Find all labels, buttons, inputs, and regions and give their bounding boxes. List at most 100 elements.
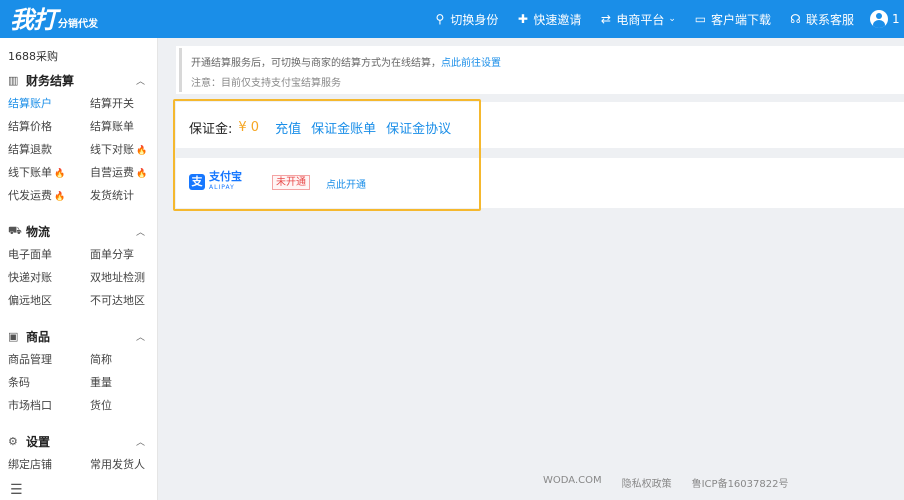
nav-quick-invite[interactable]: ✚ 快速邀请 (516, 11, 582, 28)
top-header: 我打 分销代发 ⚲ 切换身份 ✚ 快速邀请 ⇄ 电商平台 ⌄ ▭ 客户端下载 ☊… (0, 0, 904, 38)
sidebar-item-offline-reconcile[interactable]: 线下对账 🔥 (90, 138, 160, 161)
chevron-up-icon[interactable]: ︿ (136, 225, 145, 238)
chevron-up-icon[interactable]: ︿ (136, 435, 145, 448)
sidebar-item-label: 结算账户 (8, 97, 52, 110)
logo[interactable]: 我打 分销代发 (10, 4, 98, 34)
footer-icp-link[interactable]: 鲁ICP备16037822号 (692, 475, 789, 490)
sidebar-item-common-sender[interactable]: 常用发货人 (90, 453, 160, 476)
notice-text: 开通结算服务后，可切换与商家的结算方式为在线结算， (191, 58, 441, 69)
sidebar-item-market-stall[interactable]: 市场档口 (8, 394, 90, 417)
sidebar-separator (0, 207, 157, 219)
sidebar-item-label: 面单分享 (90, 248, 134, 261)
chevron-down-icon: ⌄ (668, 14, 676, 24)
notice-line-2: 注意：目前仅支持支付宝结算服务 (191, 78, 341, 89)
menu-collapse-icon[interactable]: ☰ (10, 482, 23, 498)
user-name[interactable]: 1 (892, 12, 904, 26)
sidebar-item-label: 快递对账 (8, 271, 52, 284)
sidebar-item-settlement-switch[interactable]: 结算开关 (90, 92, 160, 115)
sidebar-item-label: 绑定店铺 (8, 458, 52, 471)
sidebar-item-settlement-bill[interactable]: 结算账单 (90, 115, 160, 138)
logo-main-text: 我打 (10, 5, 57, 34)
sidebar-separator (0, 312, 157, 324)
sidebar-item-settlement-refund[interactable]: 结算退款 (8, 138, 90, 161)
swap-icon: ⇄ (600, 12, 611, 26)
sidebar-item-e-waybill[interactable]: 电子面单 (8, 243, 90, 266)
user-switch-icon: ⚲ (435, 12, 445, 26)
highlight-box (173, 99, 481, 211)
sidebar-item-dropship-fee[interactable]: 代发运费 🔥 (8, 184, 90, 207)
sidebar-item-remote-areas[interactable]: 偏远地区 (8, 289, 90, 312)
sidebar-item-label: 发货统计 (90, 189, 134, 202)
nav-label: 快速邀请 (533, 12, 582, 27)
sidebar-item-offline-bill[interactable]: 线下账单 🔥 (8, 161, 90, 184)
sidebar-item-shipping-stats[interactable]: 发货统计 (90, 184, 160, 207)
sidebar-item-settlement-account[interactable]: 结算账户 (8, 92, 90, 115)
footer-privacy-link[interactable]: 隐私权政策 (622, 475, 672, 490)
nav-contact-support[interactable]: ☊ 联系客服 (789, 11, 854, 28)
fire-icon: 🔥 (54, 192, 66, 202)
sidebar-item-label: 双地址检测 (90, 271, 145, 284)
header-nav: ⚲ 切换身份 ✚ 快速邀请 ⇄ 电商平台 ⌄ ▭ 客户端下载 ☊ 联系客服 1 (415, 0, 904, 38)
box-icon: ▣ (8, 329, 19, 343)
logo-sub-text: 分销代发 (58, 19, 98, 30)
sidebar-section-title[interactable]: ▣ 商品 ︿ (8, 324, 157, 348)
sidebar-item-label: 电子面单 (8, 248, 52, 261)
sidebar-item-label: 常用发货人 (90, 458, 145, 471)
sidebar-item-own-shipping-fee[interactable]: 自营运费 🔥 (90, 161, 160, 184)
chevron-up-icon[interactable]: ︿ (136, 330, 145, 343)
fire-icon: 🔥 (136, 146, 148, 156)
sidebar-item-label: 条码 (8, 376, 30, 389)
sidebar-section-finance: ▥ 财务结算 ︿ 结算账户 结算开关 结算价格 结算账单 结算退款 线下对账 🔥 … (0, 68, 157, 207)
sidebar-item-unreachable-areas[interactable]: 不可达地区 (90, 289, 160, 312)
sidebar-item-1688-purchase[interactable]: 1688采购 (0, 38, 157, 68)
sidebar-section-title[interactable]: ⚙ 设置 ︿ (8, 429, 157, 453)
notice-line-1: 开通结算服务后，可切换与商家的结算方式为在线结算，点此前往设置 (191, 54, 501, 69)
go-settings-link[interactable]: 点此前往设置 (441, 58, 501, 69)
sidebar-item-waybill-share[interactable]: 面单分享 (90, 243, 160, 266)
nav-client-download[interactable]: ▭ 客户端下载 (694, 11, 771, 28)
sidebar-item-settlement-price[interactable]: 结算价格 (8, 115, 90, 138)
sidebar-item-label: 市场档口 (8, 399, 52, 412)
sidebar-separator (0, 417, 157, 429)
sidebar-item-express-reconcile[interactable]: 快递对账 (8, 266, 90, 289)
truck-icon: ⛟ (8, 223, 22, 237)
sidebar-item-barcode[interactable]: 条码 (8, 371, 90, 394)
nav-switch-identity[interactable]: ⚲ 切换身份 (433, 11, 498, 28)
sidebar-item-location[interactable]: 货位 (90, 394, 160, 417)
notice-bar (179, 48, 182, 92)
sidebar-section-title[interactable]: ⛟ 物流 ︿ (8, 219, 157, 243)
nav-label: 切换身份 (450, 12, 499, 27)
sidebar-item-label: 货位 (90, 399, 112, 412)
footer: WODA.COM 隐私权政策 鲁ICP备16037822号 (543, 475, 808, 490)
sidebar-item-bind-shop[interactable]: 绑定店铺 (8, 453, 90, 476)
sidebar-section-title[interactable]: ▥ 财务结算 ︿ (8, 68, 157, 92)
sidebar-item-label: 结算退款 (8, 143, 52, 156)
sidebar: 1688采购 ▥ 财务结算 ︿ 结算账户 结算开关 结算价格 结算账单 结算退款… (0, 38, 158, 500)
notice-panel: 开通结算服务后，可切换与商家的结算方式为在线结算，点此前往设置 注意：目前仅支持… (176, 46, 904, 94)
monitor-icon: ▭ (694, 12, 707, 26)
headset-icon: ☊ (790, 12, 801, 26)
sidebar-item-label: 线下账单 (8, 166, 52, 179)
sidebar-item-label: 偏远地区 (8, 294, 52, 307)
section-title-text: 设置 (26, 434, 51, 449)
sidebar-item-dual-address-check[interactable]: 双地址检测 (90, 266, 160, 289)
sidebar-item-short-name[interactable]: 简称 (90, 348, 160, 371)
sidebar-item-label: 线下对账 (90, 143, 134, 156)
section-title-text: 财务结算 (26, 73, 75, 88)
sidebar-item-label: 结算账单 (90, 120, 134, 133)
gear-icon: ⚙ (8, 434, 18, 448)
sidebar-section-logistics: ⛟ 物流 ︿ 电子面单 面单分享 快递对账 双地址检测 偏远地区 不可达地区 (0, 219, 157, 312)
chevron-up-icon[interactable]: ︿ (136, 74, 145, 87)
sidebar-item-label: 简称 (90, 353, 112, 366)
nav-ecommerce-platform[interactable]: ⇄ 电商平台 ⌄ (599, 11, 676, 28)
sidebar-item-label: 不可达地区 (90, 294, 145, 307)
sidebar-item-goods-manage[interactable]: 商品管理 (8, 348, 90, 371)
sidebar-item-label: 代发运费 (8, 189, 52, 202)
nav-label: 联系客服 (805, 12, 854, 27)
chart-icon: ▥ (8, 73, 19, 87)
footer-site-link[interactable]: WODA.COM (543, 475, 602, 490)
sidebar-item-weight[interactable]: 重量 (90, 371, 160, 394)
section-title-text: 商品 (26, 329, 51, 344)
sidebar-item-label: 结算价格 (8, 120, 52, 133)
avatar[interactable] (870, 10, 888, 28)
